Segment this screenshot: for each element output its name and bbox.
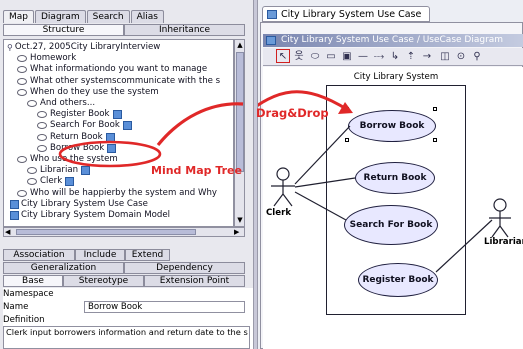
annotation-overlay [58, 102, 244, 168]
drag-drop-annotation: Drag&Drop [256, 106, 329, 120]
mind-map-annotation: Mind Map Tree [151, 164, 242, 177]
